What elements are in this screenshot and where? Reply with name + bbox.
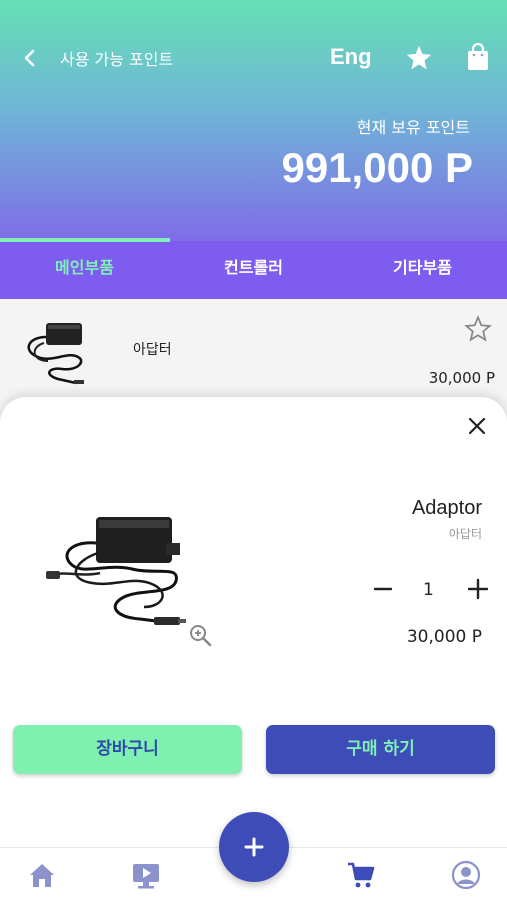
shopping-bag-button[interactable] — [465, 42, 491, 72]
nav-cart-button[interactable] — [346, 860, 376, 890]
close-button[interactable] — [466, 415, 488, 437]
plus-icon — [244, 837, 264, 857]
category-tabs: 메인부품 컨트롤러 기타부품 — [0, 241, 507, 299]
points-value: 991,000 P — [281, 144, 473, 191]
shopping-bag-icon — [468, 42, 488, 70]
quantity-decrease-button[interactable] — [373, 577, 393, 601]
add-to-cart-button[interactable]: 장바구니 — [13, 725, 242, 774]
product-thumbnail — [27, 323, 84, 385]
quantity-increase-button[interactable] — [467, 577, 489, 601]
zoom-in-icon — [190, 625, 212, 647]
cart-icon — [348, 862, 375, 888]
product-price: 30,000 P — [406, 627, 482, 647]
page-title: 사용 가능 포인트 — [60, 50, 174, 69]
user-icon — [451, 860, 481, 890]
star-icon — [406, 45, 432, 70]
product-image — [46, 517, 186, 625]
item-name: 아답터 — [133, 342, 172, 358]
tab-main-parts[interactable]: 메인부품 — [0, 241, 169, 299]
back-button[interactable] — [18, 44, 42, 72]
tab-other-parts[interactable]: 기타부품 — [338, 241, 507, 299]
plus-icon — [467, 578, 489, 600]
chevron-left-icon — [24, 49, 35, 67]
points-label: 현재 보유 포인트 — [356, 118, 470, 137]
points-header: 사용 가능 포인트 Eng 현재 보유 포인트 991,000 P — [0, 0, 507, 241]
quantity-value: 1 — [423, 580, 434, 600]
list-item[interactable]: 아답터 30,000 P — [0, 299, 507, 409]
active-tab-indicator — [0, 238, 170, 242]
nav-video-button[interactable] — [131, 860, 161, 890]
home-icon — [30, 864, 54, 887]
product-subtitle: 아답터 — [448, 527, 482, 541]
video-icon — [133, 864, 159, 889]
nav-profile-button[interactable] — [451, 860, 481, 890]
close-icon — [468, 417, 486, 435]
product-title: Adaptor — [411, 497, 482, 519]
product-detail-sheet: Adaptor 아답터 1 30,000 P 장바구니 구매 하기 — [0, 397, 507, 853]
nav-home-button[interactable] — [27, 860, 57, 890]
language-toggle-button[interactable]: Eng — [330, 44, 372, 70]
favorites-button[interactable] — [405, 44, 433, 72]
zoom-button[interactable] — [188, 623, 212, 647]
minus-icon — [373, 587, 393, 591]
item-favorite-button[interactable] — [464, 315, 492, 343]
buy-button[interactable]: 구매 하기 — [266, 725, 495, 774]
tab-controller[interactable]: 컨트롤러 — [169, 241, 338, 299]
add-fab-button[interactable] — [219, 812, 289, 882]
star-outline-icon — [464, 315, 492, 342]
item-price: 30,000 P — [428, 369, 495, 387]
